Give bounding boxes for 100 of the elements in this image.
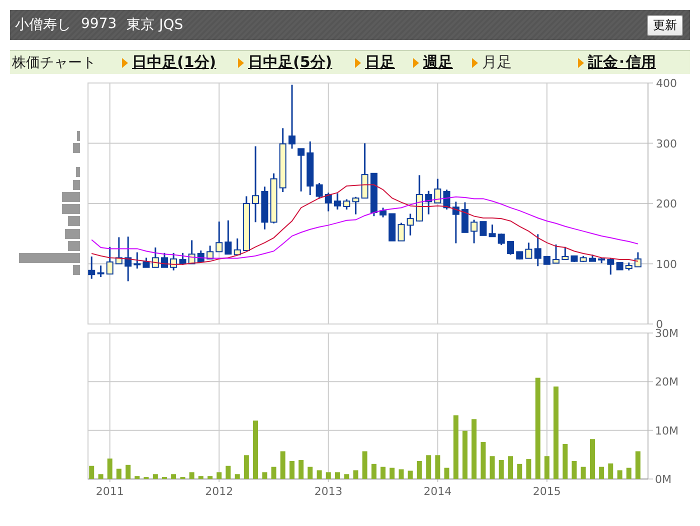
volume-bar xyxy=(189,472,194,479)
candlestick xyxy=(589,254,596,262)
candlestick xyxy=(343,199,350,210)
candlestick xyxy=(334,193,341,210)
candlestick xyxy=(443,190,450,210)
triangle-icon xyxy=(578,58,584,68)
chart-tab[interactable]: 日足 xyxy=(365,53,395,72)
volume-bar xyxy=(208,476,213,479)
volume-bar xyxy=(308,466,313,479)
candlestick xyxy=(242,196,250,251)
volume-bar xyxy=(290,461,294,479)
axis-label: 30M xyxy=(655,327,678,340)
candlestick xyxy=(470,220,478,244)
volume-bar xyxy=(517,464,522,479)
candlestick xyxy=(88,256,96,279)
candlestick xyxy=(234,238,241,256)
candlestick xyxy=(197,250,204,262)
volume-bar xyxy=(253,420,258,479)
triangle-icon xyxy=(413,58,419,68)
candlestick xyxy=(616,262,624,270)
volume-bar xyxy=(562,444,568,479)
axis-label: 2013 xyxy=(314,485,342,498)
candlestick xyxy=(598,258,606,264)
volume-bar xyxy=(444,468,450,479)
axis-label: 400 xyxy=(656,77,677,90)
triangle-icon xyxy=(122,58,128,68)
candlestick xyxy=(434,178,442,204)
candlestick xyxy=(261,186,268,230)
market-name: 東京 JQS xyxy=(126,16,184,34)
axis-label: 10M xyxy=(655,424,678,438)
volume-bar xyxy=(98,474,104,479)
chart-tab[interactable]: 日中足(5分) xyxy=(248,53,332,72)
volume-bar xyxy=(626,468,632,479)
company-name: 小僧寿し xyxy=(15,16,71,34)
volume-bar xyxy=(152,474,158,479)
candlestick xyxy=(270,173,278,224)
volume-bar xyxy=(544,456,550,479)
candlestick xyxy=(370,172,378,216)
volume-bar xyxy=(326,472,331,479)
chart-tab[interactable]: 週足 xyxy=(423,53,453,72)
volume-bar xyxy=(316,470,322,479)
volume-bar xyxy=(398,469,404,479)
axis-label: 2014 xyxy=(424,485,452,498)
volume-bar xyxy=(353,470,358,479)
candlestick xyxy=(170,252,178,270)
volume-bar xyxy=(453,415,458,479)
candlestick xyxy=(507,240,514,255)
volume-bar xyxy=(490,456,495,479)
candlestick xyxy=(324,192,332,212)
candlestick xyxy=(288,84,296,149)
candlestick xyxy=(316,183,323,199)
volume-bar xyxy=(234,474,240,479)
candlestick xyxy=(634,252,642,268)
candlestick xyxy=(134,252,141,269)
axis-label: 2015 xyxy=(532,485,561,498)
candlestick xyxy=(416,175,423,222)
candlestick xyxy=(298,148,305,192)
chart-tab[interactable]: 日中足(1分) xyxy=(132,53,216,72)
chart-tab[interactable]: 証金･信用 xyxy=(588,53,656,72)
candlestick xyxy=(161,252,168,268)
volume-bar xyxy=(462,430,468,479)
volume-bar xyxy=(635,451,640,479)
volume-bar xyxy=(280,451,286,479)
candlestick xyxy=(534,234,542,266)
volume-bar xyxy=(580,466,586,479)
volume-bar xyxy=(89,466,94,479)
candlestick xyxy=(543,256,550,265)
volume-bar xyxy=(508,456,514,479)
candlestick xyxy=(179,252,186,265)
volume-bar xyxy=(216,472,222,479)
candlestick xyxy=(488,224,496,238)
candlestick xyxy=(388,213,396,242)
volume-bar xyxy=(171,474,176,479)
chart-tab[interactable]: 月足 xyxy=(482,53,512,72)
volume-bar xyxy=(262,472,268,479)
candlestick xyxy=(152,247,159,268)
volume-bar xyxy=(126,464,131,479)
candlestick xyxy=(425,190,432,214)
volume-bar xyxy=(198,476,204,479)
candlestick xyxy=(516,251,524,260)
triangle-icon xyxy=(355,58,361,68)
candlestick xyxy=(625,262,632,270)
candlestick xyxy=(106,246,114,274)
candlestick xyxy=(398,222,405,242)
candlestick xyxy=(498,234,505,246)
axis-label: 2011 xyxy=(96,485,124,498)
volume-bar xyxy=(344,474,350,479)
volume-bar xyxy=(107,458,112,479)
candlestick xyxy=(607,258,614,275)
axis-label: 200 xyxy=(656,198,677,210)
candlestick xyxy=(525,242,532,259)
refresh-button[interactable]: 更新 xyxy=(647,14,683,36)
candlestick xyxy=(224,220,232,255)
volume-bar xyxy=(298,460,304,479)
triangle-icon xyxy=(238,58,244,68)
candlestick xyxy=(361,143,368,199)
candlestick xyxy=(552,244,560,264)
volume-bar xyxy=(116,468,122,479)
volume-bar xyxy=(608,463,614,479)
volume-bar xyxy=(371,464,376,479)
